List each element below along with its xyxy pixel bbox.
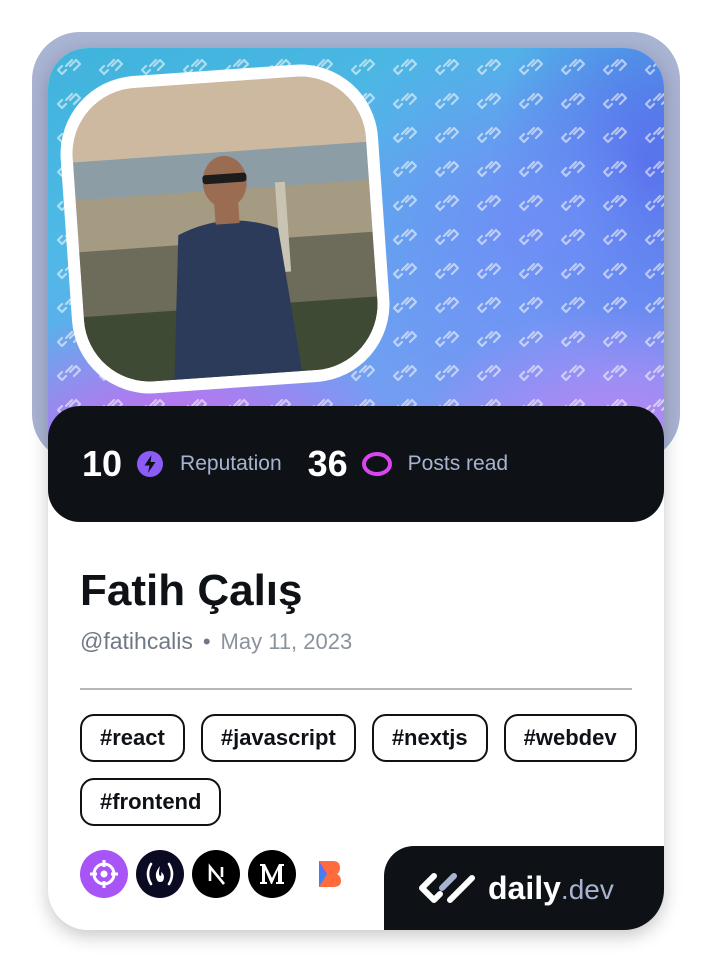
brand-suffix: .dev bbox=[560, 873, 614, 905]
nextjs-icon[interactable] bbox=[192, 850, 240, 898]
handle-row: @fatihcalis • May 11, 2023 bbox=[80, 628, 352, 655]
daily-dev-logo-icon bbox=[419, 873, 475, 903]
avatar-frame bbox=[55, 59, 395, 399]
source-list bbox=[80, 850, 352, 898]
crosshair-icon[interactable] bbox=[80, 850, 128, 898]
daily-dev-brand[interactable]: daily.dev bbox=[384, 846, 664, 930]
separator-dot: • bbox=[202, 628, 211, 654]
bold-b-icon[interactable] bbox=[304, 850, 352, 898]
tag-javascript[interactable]: #javascript bbox=[200, 714, 356, 762]
posts-read-eye-icon bbox=[361, 452, 392, 476]
devcard: 10 Reputation 36 Posts read Fatih Çalış … bbox=[48, 48, 664, 930]
posts-read-value: 36 bbox=[307, 443, 348, 484]
tag-nextjs[interactable]: #nextjs bbox=[371, 714, 488, 762]
medium-icon[interactable] bbox=[248, 850, 296, 898]
joined-date: May 11, 2023 bbox=[220, 628, 353, 654]
divider bbox=[80, 688, 632, 690]
profile-name: Fatih Çalış bbox=[80, 566, 303, 615]
avatar[interactable] bbox=[68, 72, 382, 386]
stats-bar: 10 Reputation 36 Posts read bbox=[48, 406, 664, 522]
brand-name: daily.dev bbox=[488, 869, 614, 906]
tag-react[interactable]: #react bbox=[80, 714, 185, 762]
tag-list: #react #javascript #nextjs #webdev #fron… bbox=[80, 714, 640, 826]
freecodecamp-icon[interactable] bbox=[136, 850, 184, 898]
reputation-label: Reputation bbox=[180, 452, 282, 475]
reputation-bolt-icon bbox=[137, 451, 164, 477]
profile-handle[interactable]: @fatihcalis bbox=[80, 628, 193, 655]
tag-webdev[interactable]: #webdev bbox=[503, 714, 637, 762]
reputation-value: 10 bbox=[82, 443, 123, 484]
posts-read-label: Posts read bbox=[407, 452, 509, 475]
avatar-photo bbox=[68, 72, 382, 386]
tag-frontend[interactable]: #frontend bbox=[80, 778, 222, 826]
